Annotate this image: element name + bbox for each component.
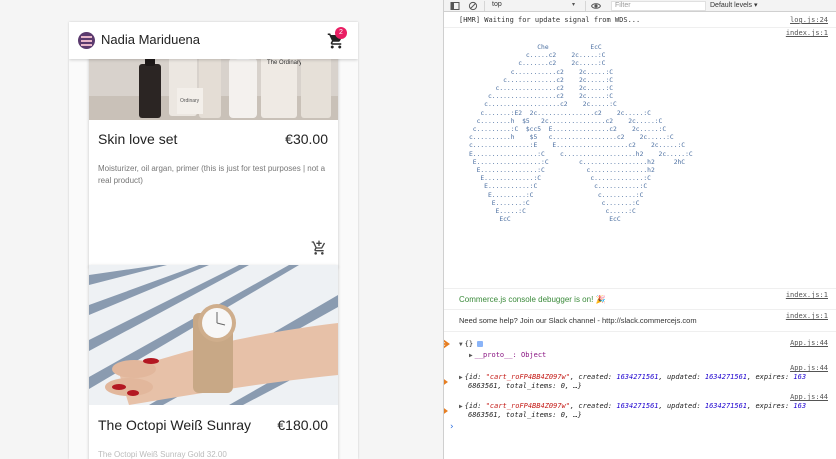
log-source-link[interactable]: index.js:1 [786,312,828,320]
store-name: Nadia Mariduena [101,32,201,47]
filter-input[interactable]: Filter [611,1,706,11]
cart-count-badge: 2 [335,27,347,39]
console-toolbar: top ▾ Filter Default levels ▾ [444,0,836,12]
product-price: €30.00 [285,131,328,147]
console-log-row: Need some help? Join our Slack channel -… [444,310,836,330]
info-icon [477,341,484,347]
clear-console-icon[interactable] [468,1,478,11]
log-message: Commerce.js console debugger is on! 🎉 [459,295,606,304]
devtools-console: top ▾ Filter Default levels ▾ [HMR] Wait… [443,0,836,459]
log-object-continuation: 6863561, total_items: 0, …} [468,411,582,419]
expand-triangle-icon[interactable]: ▼ [459,341,463,348]
app-viewport: Nadia Mariduena 2 The Ordinary. Ordinary… [0,0,443,459]
product-image [89,265,338,405]
product-card: The Octopi Weiß Sunray €180.00 The Octop… [89,265,338,459]
annotation-arrow-icon [444,339,450,349]
log-source-link[interactable]: index.js:1 [786,291,828,299]
bottle-label: The Ordinary. [267,60,304,66]
log-source-link[interactable]: log.js:24 [790,16,828,24]
add-shopping-cart-icon [311,240,326,255]
sidebar-toggle-icon[interactable] [450,1,460,11]
storefront-page: Nadia Mariduena 2 The Ordinary. Ordinary… [69,22,358,459]
annotation-arrow-icon [444,408,448,414]
annotation-arrow-icon [444,379,448,385]
expand-triangle-icon[interactable]: ▶ [469,352,473,359]
product-price: €180.00 [277,417,328,433]
product-description: The Octopi Weiß Sunray Gold 32.00 [98,450,227,459]
log-levels-select[interactable]: Default levels ▾ [710,1,757,9]
bottle-label: Ordinary [180,98,200,104]
expand-triangle-icon[interactable]: ▶ [459,374,463,381]
log-message: Need some help? Join our Slack channel -… [459,316,697,325]
log-source-link[interactable]: index.js:1 [786,29,828,37]
product-card: The Ordinary. Ordinary Skin love set €30… [89,44,338,267]
console-log-row: Commerce.js console debugger is on! 🎉 in… [444,290,836,308]
console-log-row: ▼{} ▶ __proto__: Object App.js:44 [444,337,836,363]
log-object[interactable]: ▼{} [459,340,484,348]
app-header: Nadia Mariduena 2 [69,22,358,59]
commercejs-ascii-logo: Che EcC c.....c2 2c.....:C c.......c2 2c… [469,44,693,224]
log-object[interactable]: ▶ {id: "cart_roFP4BB4Z097w", created: 163… [459,402,806,410]
log-source-link[interactable]: App.js:44 [790,364,828,372]
eye-icon[interactable] [590,1,602,11]
console-prompt[interactable]: › [444,421,836,435]
store-logo[interactable] [78,32,95,49]
console-log-row: App.js:44 ▶ {id: "cart_roFP4BB4Z097w", cr… [444,393,836,421]
prompt-chevron-icon: › [449,422,455,432]
log-source-link[interactable]: App.js:44 [790,393,828,401]
console-log-row: [HMR] Waiting for update signal from WDS… [444,14,836,28]
log-object-continuation: 6863561, total_items: 0, …} [468,382,582,390]
log-object-proto[interactable]: ▶ __proto__: Object [469,351,546,359]
log-message: [HMR] Waiting for update signal from WDS… [459,16,641,24]
expand-triangle-icon[interactable]: ▶ [459,403,463,410]
product-description: Moisturizer, oil argan, primer (this is … [98,164,326,185]
log-object[interactable]: ▶ {id: "cart_roFP4BB4Z097w", created: 163… [459,373,806,381]
log-source-link[interactable]: App.js:44 [790,339,828,347]
chevron-down-icon: ▾ [572,2,576,8]
product-name[interactable]: The Octopi Weiß Sunray [98,417,251,433]
context-select[interactable]: top [492,1,502,8]
console-log-row: App.js:44 ▶ {id: "cart_roFP4BB4Z097w", cr… [444,364,836,392]
product-name[interactable]: Skin love set [98,131,177,147]
add-to-cart-button[interactable] [311,240,327,256]
